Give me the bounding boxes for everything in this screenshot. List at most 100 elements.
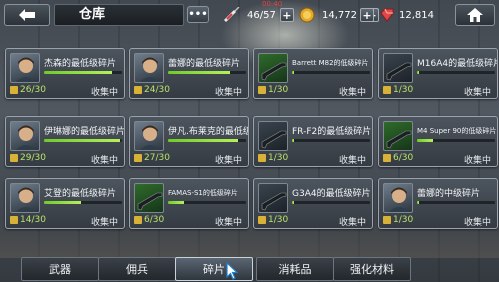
fragment-count: 6/30 [393,153,414,163]
fragment-badge-icon [258,86,266,94]
collection-status: 收集中 [214,218,242,228]
fragment-badge-icon [134,216,142,224]
fragment-badge-icon [258,216,266,224]
progress-fill [44,71,112,74]
soldier-portrait-icon [134,53,164,83]
fragment-count: 29/30 [20,153,46,163]
collection-status: 收集中 [338,218,366,228]
collection-status: 收集中 [90,218,118,228]
fragment-badge-icon [258,154,266,162]
progress-fill [292,201,295,204]
progress-fill [168,139,239,142]
tab-fragments[interactable]: 碎片 [175,257,253,281]
collection-status: 收集中 [214,88,242,98]
category-tabs: 武器 佣兵 碎片 消耗品 强化材料 [0,257,499,282]
fragment-badge-icon [10,86,18,94]
collection-status: 收集中 [463,88,491,98]
fragment-card[interactable]: 杰森的最低级碎片 26/30 收集中 [5,48,125,99]
soldier-portrait-icon [10,183,40,213]
fragment-name: 伊凡.布莱克的最低级碎片 [168,127,248,137]
sniper-rifle-icon [258,53,288,83]
fragment-count: 24/30 [144,85,170,95]
fragment-card[interactable]: G3A4的最低级碎片 1/30 收集中 [253,178,373,229]
fragment-name: 艾登的最低级碎片 [44,189,117,199]
collection-progress-bar [292,139,370,142]
progress-fill [44,139,120,142]
collection-progress-bar [44,71,122,74]
soldier-portrait-icon [10,53,40,83]
assault-rifle-icon [383,53,413,83]
collection-status: 收集中 [90,88,118,98]
collection-status: 收集中 [338,156,366,166]
fragment-name: FAMAS-S1的低级碎片 [168,189,238,197]
assault-rifle-icon [134,183,164,213]
progress-fill [168,71,231,74]
progress-fill [44,201,81,204]
collection-progress-bar [417,139,495,142]
shotgun-icon [383,121,413,151]
fragment-name: M4 Super 90的低级碎片 [417,127,497,135]
fragment-count: 27/30 [144,153,170,163]
fragment-badge-icon [10,154,18,162]
fragment-name: M16A4的最低级碎片 [417,59,497,69]
progress-fill [417,71,420,74]
fragment-count: 1/30 [268,215,289,225]
fragment-badge-icon [383,86,391,94]
fragment-card[interactable]: 伊琳娜的最低级碎片 29/30 收集中 [5,116,125,167]
fragment-card[interactable]: FAMAS-S1的低级碎片 6/30 收集中 [129,178,249,229]
fragment-name: FR-F2的最低级碎片 [292,127,372,137]
progress-fill [417,201,420,204]
fragment-grid: 杰森的最低级碎片 26/30 收集中 蕾娜的最低级碎片 24/30 收集中 Barrett … [0,0,499,282]
fragment-card[interactable]: FR-F2的最低级碎片 1/30 收集中 [253,116,373,167]
collection-progress-bar [417,71,495,74]
fragment-count: 14/30 [20,215,46,225]
collection-status: 收集中 [463,156,491,166]
fragment-count: 1/30 [268,153,289,163]
collection-status: 收集中 [214,156,242,166]
fragment-card[interactable]: 艾登的最低级碎片 14/30 收集中 [5,178,125,229]
progress-fill [417,139,433,142]
fragment-name: 杰森的最低级碎片 [44,59,117,69]
fragment-badge-icon [383,154,391,162]
fragment-name: 蕾娜的最低级碎片 [168,59,241,69]
tab-weapons[interactable]: 武器 [21,257,99,281]
assault-rifle-icon [258,183,288,213]
collection-progress-bar [44,139,122,142]
collection-progress-bar [292,71,370,74]
fragment-badge-icon [134,86,142,94]
fragment-count: 1/30 [393,215,414,225]
soldier-portrait-icon [10,121,40,151]
collection-progress-bar [168,201,246,204]
tab-upgrade-materials[interactable]: 强化材料 [333,257,411,281]
fragment-count: 6/30 [144,215,165,225]
fragment-badge-icon [10,216,18,224]
fragment-count: 1/30 [268,85,289,95]
progress-fill [292,71,295,74]
fragment-card[interactable]: 蕾娜的中级碎片 1/30 收集中 [378,178,498,229]
fragment-count: 1/30 [393,85,414,95]
fragment-card[interactable]: 蕾娜的最低级碎片 24/30 收集中 [129,48,249,99]
collection-progress-bar [168,139,246,142]
progress-fill [168,201,184,204]
fragment-name: 蕾娜的中级碎片 [417,189,481,199]
fragment-card[interactable]: M16A4的最低级碎片 1/30 收集中 [378,48,498,99]
tab-mercenaries[interactable]: 佣兵 [98,257,176,281]
mouse-cursor-icon [226,262,238,280]
fragment-badge-icon [383,216,391,224]
collection-progress-bar [168,71,246,74]
sniper-rifle-icon [258,121,288,151]
fragment-name: G3A4的最低级碎片 [292,189,371,199]
collection-status: 收集中 [90,156,118,166]
soldier-portrait-icon [383,183,413,213]
tab-consumables[interactable]: 消耗品 [256,257,334,281]
fragment-badge-icon [134,154,142,162]
collection-progress-bar [44,201,122,204]
soldier-portrait-icon [134,121,164,151]
fragment-card[interactable]: Barrett M82的低级碎片 1/30 收集中 [253,48,373,99]
fragment-count: 26/30 [20,85,46,95]
fragment-card[interactable]: 伊凡.布莱克的最低级碎片 27/30 收集中 [129,116,249,167]
collection-status: 收集中 [338,88,366,98]
collection-progress-bar [292,201,370,204]
fragment-card[interactable]: M4 Super 90的低级碎片 6/30 收集中 [378,116,498,167]
collection-progress-bar [417,201,495,204]
